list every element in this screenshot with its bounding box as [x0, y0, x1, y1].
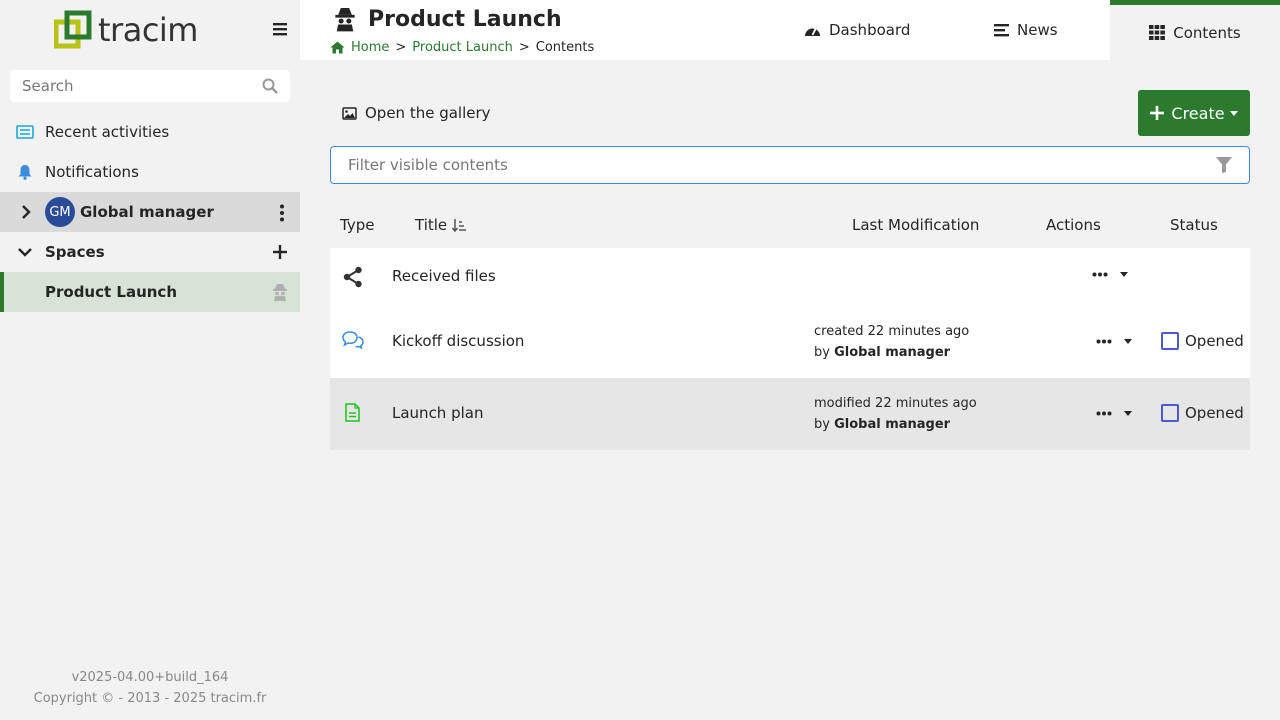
chevron-right-icon[interactable] — [17, 203, 35, 221]
filter-placeholder: Filter visible contents — [348, 156, 508, 174]
tab-news[interactable]: News — [994, 0, 1058, 60]
breadcrumb-separator: > — [518, 40, 530, 55]
last-modification: created 22 minutes ago by Global manager — [814, 321, 969, 363]
page-title: Product Launch — [368, 6, 562, 32]
more-options-icon[interactable] — [1096, 339, 1112, 344]
search-icon[interactable] — [262, 78, 278, 94]
column-header-type: Type — [340, 216, 375, 234]
avatar: GM — [45, 197, 75, 227]
table-row[interactable]: Kickoff discussion created 22 minutes ag… — [330, 306, 1250, 378]
tab-label: News — [1017, 21, 1058, 39]
create-button[interactable]: Create — [1138, 90, 1250, 136]
kebab-menu-icon[interactable] — [279, 204, 285, 226]
by-label: by — [814, 417, 830, 432]
by-label: by — [814, 345, 830, 360]
open-gallery-label: Open the gallery — [365, 104, 491, 122]
add-space-icon[interactable] — [273, 245, 287, 263]
more-options-icon[interactable] — [1096, 411, 1112, 416]
tab-label: Dashboard — [829, 21, 911, 39]
content-title[interactable]: Kickoff discussion — [392, 332, 524, 350]
tracim-logo-icon — [54, 10, 92, 49]
spy-role-icon — [335, 8, 355, 32]
content-title[interactable]: Launch plan — [392, 404, 483, 422]
image-icon — [342, 106, 357, 120]
modification-author-line: by Global manager — [814, 414, 950, 435]
table-row[interactable]: Launch plan modified 22 minutes ago by G… — [330, 378, 1250, 450]
document-icon — [345, 403, 360, 422]
more-options-icon[interactable] — [1092, 272, 1108, 277]
spaces-label: Spaces — [45, 243, 105, 261]
sidebar-item-label: Notifications — [45, 163, 139, 181]
space-header: Product Launch Home > Product Launch > C… — [300, 0, 1110, 60]
breadcrumb: Home > Product Launch > Contents — [330, 40, 594, 55]
status-label: Opened — [1185, 332, 1244, 350]
tab-contents[interactable]: Contents — [1110, 0, 1280, 60]
bell-icon — [16, 163, 34, 181]
sort-icon[interactable] — [452, 218, 467, 232]
space-name: Product Launch — [45, 283, 178, 301]
modification-time: modified 22 minutes ago — [814, 396, 977, 411]
column-header-actions: Actions — [1046, 216, 1101, 234]
row-actions — [1096, 339, 1132, 344]
status-badge[interactable]: Opened — [1161, 332, 1244, 350]
column-header-status: Status — [1170, 216, 1218, 234]
last-modification: modified 22 minutes ago by Global manage… — [814, 393, 977, 435]
search-placeholder: Search — [22, 77, 74, 95]
table-row[interactable]: Received files — [330, 248, 1250, 306]
tab-label: Contents — [1173, 23, 1241, 42]
open-gallery-button[interactable]: Open the gallery — [342, 100, 491, 126]
sidebar-toggle-icon[interactable] — [272, 21, 288, 37]
modification-author-line: by Global manager — [814, 342, 950, 363]
caret-down-icon — [1229, 110, 1238, 116]
home-icon[interactable] — [330, 41, 345, 54]
dashboard-icon — [804, 23, 821, 38]
sidebar-item-product-launch[interactable]: Product Launch — [0, 272, 300, 312]
caret-down-icon[interactable] — [1124, 339, 1132, 344]
status-checkbox-icon — [1161, 404, 1179, 422]
status-badge[interactable]: Opened — [1161, 404, 1244, 422]
status-label: Opened — [1185, 404, 1244, 422]
breadcrumb-space[interactable]: Product Launch — [412, 40, 513, 55]
sidebar-item-user[interactable]: GM Global manager — [0, 192, 300, 232]
filter-icon — [1216, 157, 1232, 173]
breadcrumb-separator: > — [395, 40, 407, 55]
modification-author: Global manager — [834, 417, 951, 432]
modification-author: Global manager — [834, 345, 951, 360]
sidebar: tracim Search Recent activities Notifica… — [0, 0, 300, 720]
column-header-last-modification: Last Modification — [852, 216, 980, 234]
tab-dashboard[interactable]: Dashboard — [804, 0, 910, 60]
content-title[interactable]: Received files — [392, 267, 496, 285]
discussion-icon — [342, 331, 364, 349]
tracim-logo[interactable]: tracim — [54, 10, 198, 50]
status-checkbox-icon — [1161, 332, 1179, 350]
caret-down-icon[interactable] — [1124, 411, 1132, 416]
app-version: v2025-04.00+build_164 — [71, 670, 229, 685]
logo-text: tracim — [98, 11, 198, 49]
page-title-block: Product Launch — [334, 6, 562, 32]
search-input[interactable]: Search — [10, 70, 290, 102]
sidebar-spaces-header[interactable]: Spaces — [0, 232, 300, 272]
caret-down-icon[interactable] — [1120, 272, 1128, 277]
modification-time: created 22 minutes ago — [814, 324, 970, 339]
grid-icon — [1149, 25, 1166, 40]
row-actions — [1096, 411, 1132, 416]
create-label: Create — [1171, 103, 1225, 123]
breadcrumb-home[interactable]: Home — [351, 40, 389, 55]
news-icon — [994, 23, 1009, 37]
sidebar-item-notifications[interactable]: Notifications — [0, 152, 300, 192]
column-header-title[interactable]: Title — [415, 216, 467, 234]
chevron-down-icon[interactable] — [16, 243, 34, 261]
spy-role-icon — [272, 283, 288, 305]
row-actions — [1092, 272, 1128, 277]
sidebar-item-label: Recent activities — [45, 123, 170, 141]
column-header-title-label: Title — [415, 216, 448, 234]
recent-activities-icon — [16, 123, 34, 141]
breadcrumb-current: Contents — [535, 40, 595, 55]
share-icon — [343, 266, 363, 288]
copyright: Copyright © - 2013 - 2025 tracim.fr — [33, 691, 267, 706]
plus-icon — [1150, 106, 1165, 120]
user-name: Global manager — [80, 203, 214, 221]
sidebar-item-recent-activities[interactable]: Recent activities — [0, 112, 300, 152]
filter-contents-input[interactable]: Filter visible contents — [330, 146, 1250, 184]
